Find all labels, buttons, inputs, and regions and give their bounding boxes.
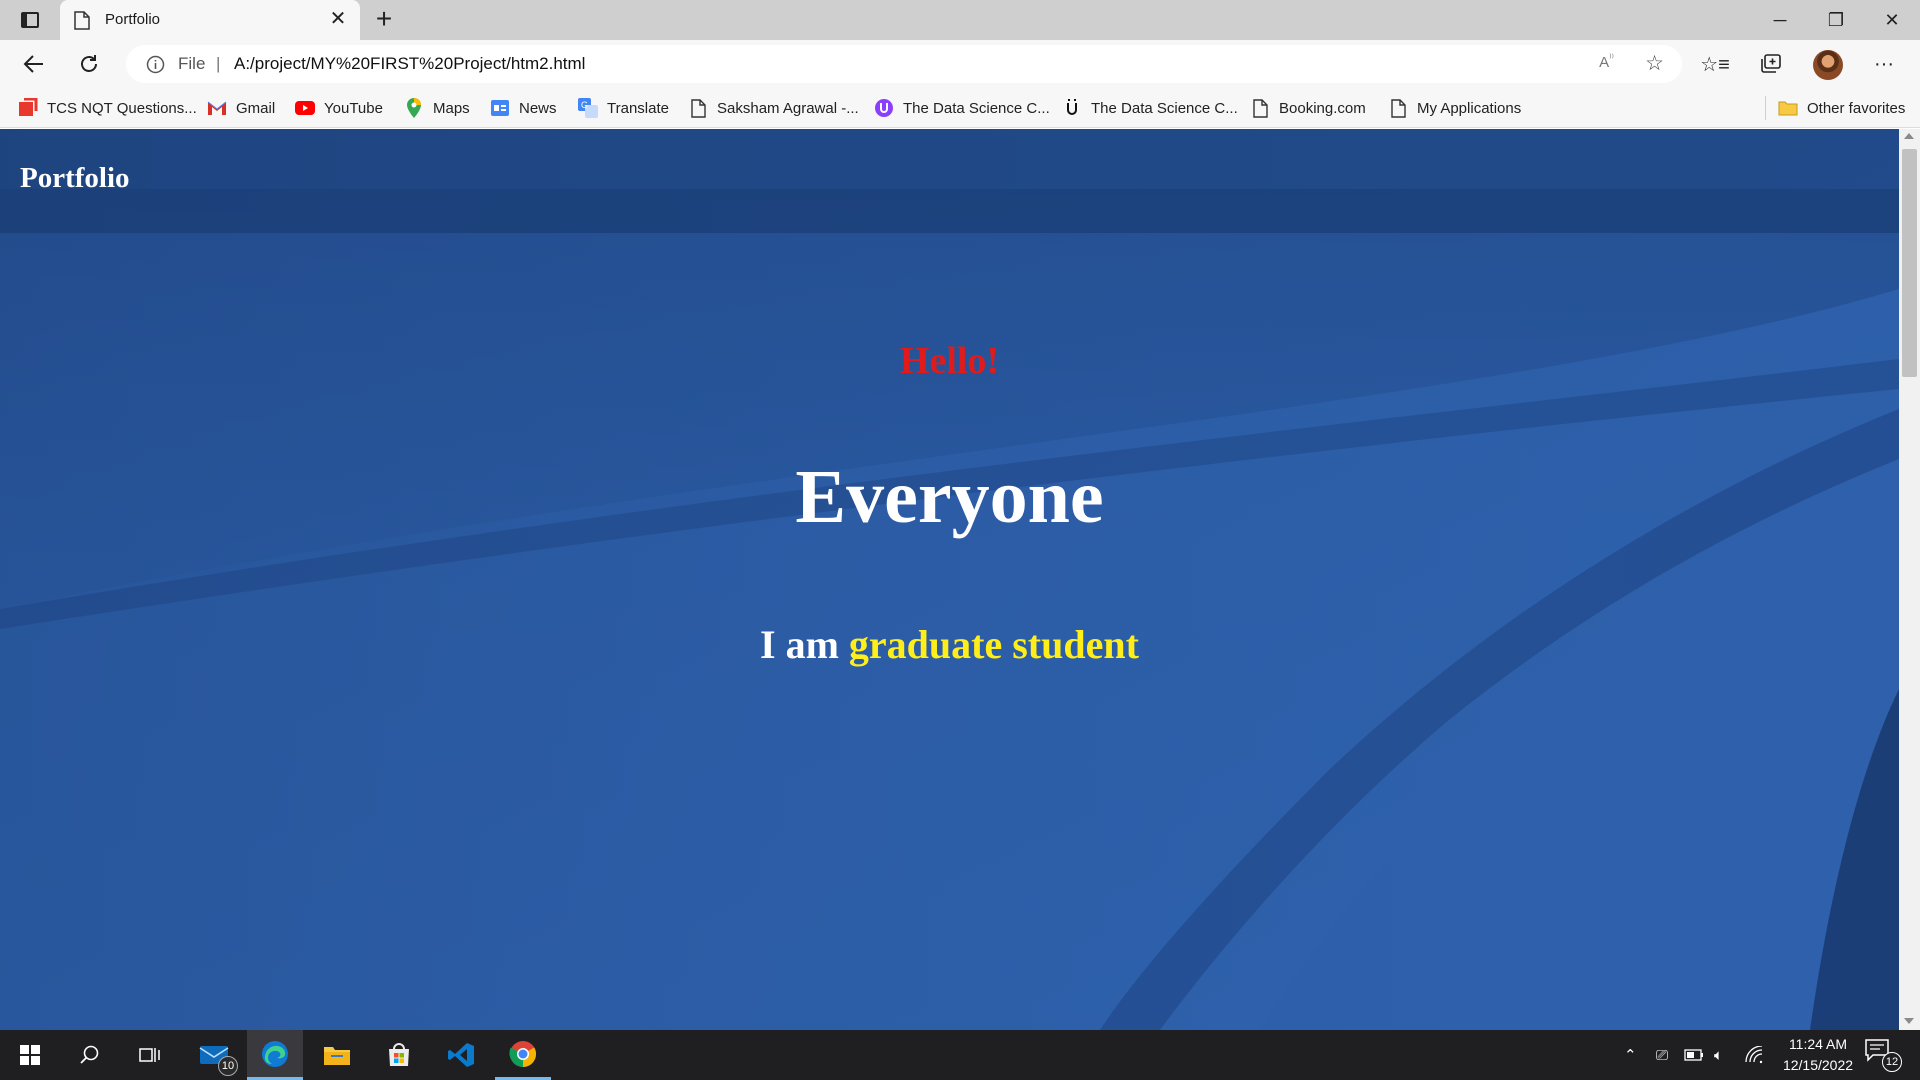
refresh-icon[interactable] — [73, 48, 105, 80]
new-tab-button[interactable]: + — [368, 4, 400, 36]
favorite-my-applications[interactable]: My Applications — [1388, 96, 1521, 120]
close-tab-icon[interactable]: ✕ — [326, 7, 350, 31]
favorite-translate[interactable]: G Translate — [578, 96, 669, 120]
data-science-icon — [1062, 98, 1082, 118]
url-text[interactable]: A:/project/MY%20FIRST%20Project/htm2.htm… — [234, 54, 585, 74]
favorite-maps[interactable]: Maps — [404, 96, 470, 120]
folder-icon — [1778, 98, 1798, 118]
store-icon[interactable] — [371, 1030, 427, 1080]
volume-icon[interactable]: 🔈︎ — [1714, 1030, 1723, 1080]
favorites-icon[interactable]: ☆≡ — [1699, 48, 1731, 80]
data-science-icon — [874, 98, 894, 118]
favorites-bar: TCS NQT Questions... Gmail YouTube Maps … — [0, 88, 1920, 128]
favorite-booking[interactable]: Booking.com — [1250, 96, 1366, 120]
minimize-icon[interactable]: ─ — [1752, 0, 1808, 40]
tab-title: Portfolio — [105, 11, 161, 28]
scheme-label: File — [178, 54, 206, 73]
favorite-label: The Data Science C... — [903, 99, 1050, 117]
notifications-icon[interactable]: 12 — [1864, 1038, 1904, 1072]
gmail-icon — [207, 98, 227, 118]
restore-icon[interactable]: ❐ — [1808, 0, 1864, 40]
search-icon[interactable] — [62, 1030, 118, 1080]
address-bar[interactable]: File | A:/project/MY%20FIRST%20Project/h… — [126, 45, 1682, 83]
favorite-label: News — [519, 99, 557, 117]
translate-icon: G — [578, 98, 598, 118]
document-icon — [74, 11, 90, 35]
brand-title[interactable]: Portfolio — [20, 162, 130, 195]
tab-strip: Portfolio ✕ + ─ ❐ ✕ — [0, 0, 1920, 40]
favorite-label: Saksham Agrawal -... — [717, 99, 859, 117]
favorite-tcs[interactable]: TCS NQT Questions... — [18, 96, 197, 120]
browser-toolbar: File | A:/project/MY%20FIRST%20Project/h… — [0, 40, 1920, 88]
add-favorite-icon[interactable]: ☆ — [1645, 51, 1664, 76]
mail-icon[interactable]: 10 — [186, 1030, 242, 1080]
profile-avatar[interactable] — [1813, 50, 1843, 80]
document-icon — [1388, 98, 1408, 118]
wifi-icon[interactable] — [1744, 1030, 1764, 1080]
document-icon — [1250, 98, 1270, 118]
collections-icon[interactable] — [1755, 48, 1787, 80]
clock[interactable]: 11:24 AM 12/15/2022 — [1768, 1034, 1868, 1076]
site-info-icon[interactable] — [146, 55, 165, 79]
battery-icon[interactable] — [1684, 1030, 1704, 1080]
favorite-saksham[interactable]: Saksham Agrawal -... — [688, 96, 859, 120]
show-hidden-icons[interactable]: ⌃ — [1624, 1030, 1637, 1080]
favorite-gmail[interactable]: Gmail — [207, 96, 275, 120]
site-header: Portfolio — [0, 129, 1899, 233]
tagline-highlight: graduate student — [848, 622, 1139, 667]
headline: Everyone — [795, 455, 1104, 539]
favorite-data-science-2[interactable]: The Data Science C... — [1062, 96, 1238, 120]
scroll-down-arrow-icon[interactable] — [1904, 1018, 1914, 1024]
maps-icon — [404, 98, 424, 118]
favorite-label: My Applications — [1417, 99, 1522, 117]
favorite-label: Gmail — [236, 99, 276, 117]
svg-text:G: G — [581, 100, 588, 110]
document-icon — [688, 98, 708, 118]
edge-icon[interactable] — [247, 1030, 303, 1080]
tab-portfolio[interactable]: Portfolio ✕ — [60, 0, 360, 40]
tagline: I am graduate student — [0, 621, 1899, 668]
file-explorer-icon[interactable] — [309, 1030, 365, 1080]
favorite-youtube[interactable]: YouTube — [295, 96, 383, 120]
back-arrow-icon[interactable] — [18, 48, 50, 80]
favorite-label: Maps — [433, 99, 470, 117]
background-image — [0, 129, 1899, 1030]
favorites-divider — [1765, 96, 1766, 120]
windows-taskbar: 10 ⌃ ⎚ 🔈︎ 11:24 AM 12/15/2022 12 — [0, 1030, 1920, 1080]
youtube-icon — [295, 98, 315, 118]
window-controls: ─ ❐ ✕ — [1752, 0, 1920, 40]
task-view-icon[interactable] — [122, 1030, 178, 1080]
tab-actions-icon[interactable] — [14, 8, 46, 32]
other-favorites[interactable]: Other favorites — [1778, 96, 1905, 120]
notifications-badge: 12 — [1882, 1052, 1902, 1072]
favorite-label: TCS NQT Questions... — [47, 99, 197, 117]
meet-now-icon[interactable]: ⎚ — [1656, 1030, 1668, 1080]
favorite-news[interactable]: News — [490, 96, 557, 120]
vscode-icon[interactable] — [433, 1030, 489, 1080]
close-window-icon[interactable]: ✕ — [1864, 0, 1920, 40]
clock-time: 11:24 AM — [1788, 1036, 1848, 1052]
page-scrollbar[interactable] — [1899, 129, 1920, 1030]
favorite-label: Translate — [607, 99, 669, 117]
favorite-label: The Data Science C... — [1091, 99, 1238, 117]
page-viewport: Portfolio Hello! Everyone I am graduate … — [0, 129, 1899, 1030]
clock-date: 12/15/2022 — [1782, 1057, 1854, 1073]
chrome-icon[interactable] — [495, 1030, 551, 1080]
news-icon — [490, 98, 510, 118]
scrollbar-thumb[interactable] — [1902, 149, 1917, 377]
more-options-icon[interactable]: ··· — [1868, 48, 1900, 80]
tcs-icon — [18, 98, 38, 118]
tagline-prefix: I am — [760, 622, 849, 667]
other-favorites-label: Other favorites — [1807, 99, 1906, 117]
favorite-data-science-1[interactable]: The Data Science C... — [874, 96, 1050, 120]
greeting-heading: Hello! — [899, 340, 1000, 382]
favorite-label: YouTube — [324, 99, 383, 117]
address-separator: | — [216, 54, 221, 73]
scroll-up-arrow-icon[interactable] — [1904, 133, 1914, 139]
mail-badge: 10 — [218, 1056, 238, 1076]
start-icon[interactable] — [2, 1030, 58, 1080]
favorite-label: Booking.com — [1279, 99, 1366, 117]
read-aloud-icon[interactable]: A⁾⁾ — [1599, 53, 1614, 71]
